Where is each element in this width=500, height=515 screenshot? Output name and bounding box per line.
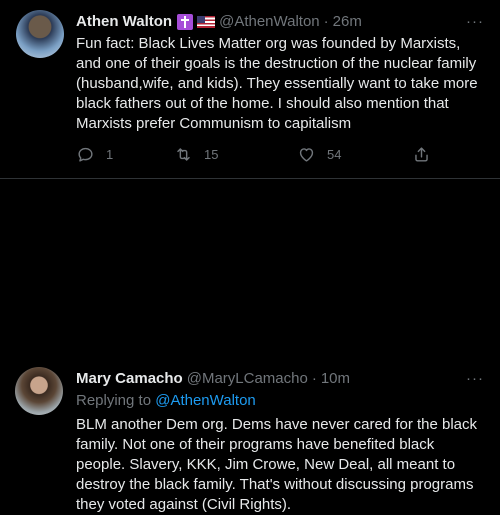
more-options-icon[interactable]: ··· <box>466 12 484 32</box>
tweet-mary-camacho[interactable]: Mary Camacho @MaryLCamacho · 10m ··· Rep… <box>0 179 500 513</box>
author-name[interactable]: Athen Walton <box>76 12 172 32</box>
like-count: 54 <box>327 147 342 162</box>
retweet-button[interactable]: 15 <box>174 145 218 164</box>
replying-to: Replying to @AthenWalton <box>76 391 256 411</box>
share-button[interactable] <box>412 145 431 164</box>
avatar[interactable] <box>16 10 64 58</box>
reply-button[interactable]: 1 <box>76 145 113 164</box>
tweet-header: Mary Camacho @MaryLCamacho · 10m <box>76 369 350 389</box>
timestamp[interactable]: 10m <box>321 369 350 389</box>
reply-icon <box>78 147 93 162</box>
author-name[interactable]: Mary Camacho <box>76 369 183 389</box>
retweet-count: 15 <box>204 147 219 162</box>
tweet-athen-walton[interactable]: Athen Walton @AthenWalton · 26m ··· Fun … <box>0 0 500 179</box>
latin-cross-icon <box>177 14 194 30</box>
timestamp[interactable]: 26m <box>333 12 362 32</box>
reply-count: 1 <box>106 147 114 162</box>
us-flag-icon <box>197 16 216 28</box>
replying-to-handle-link[interactable]: @AthenWalton <box>155 392 256 409</box>
heart-icon <box>299 148 314 162</box>
tweet-text: Fun fact: Black Lives Matter org was fou… <box>76 35 478 132</box>
tweet-text: BLM another Dem org. Dems have never car… <box>76 416 478 513</box>
retweet-icon <box>177 148 190 161</box>
more-options-icon[interactable]: ··· <box>466 369 484 389</box>
replying-to-label: Replying to <box>76 392 156 409</box>
share-icon <box>415 147 428 162</box>
author-handle[interactable]: @AthenWalton <box>219 12 320 32</box>
separator-dot: · <box>323 13 329 30</box>
tweet-header: Athen Walton @AthenWalton · 26m <box>76 12 362 32</box>
like-button[interactable]: 54 <box>297 145 341 164</box>
tweet-actions: 1 15 54 <box>76 145 436 167</box>
author-handle[interactable]: @MaryLCamacho <box>187 369 308 389</box>
avatar[interactable] <box>15 367 63 415</box>
separator-dot: · <box>311 370 317 387</box>
